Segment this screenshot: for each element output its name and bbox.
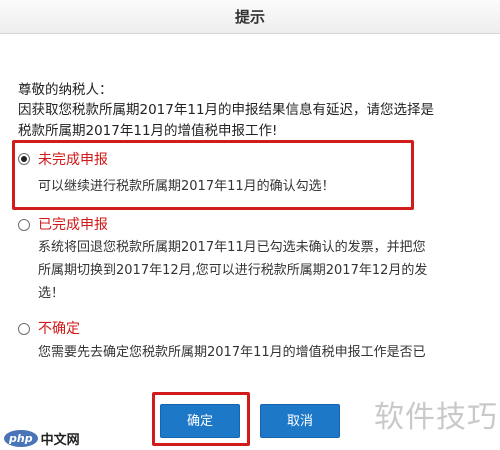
option-completed-desc-3: 选！ — [38, 286, 65, 301]
option-completed-label[interactable]: 已完成申报 — [38, 214, 108, 234]
cancel-button[interactable]: 取消 — [260, 404, 340, 438]
radio-uncertain[interactable] — [18, 323, 30, 335]
php-logo-icon: php — [4, 429, 38, 447]
radio-not-completed[interactable] — [18, 153, 30, 165]
dialog-title: 提示 — [234, 8, 265, 26]
php-site-badge: php 中文网 — [4, 428, 80, 448]
message-line-1: 因获取您税款所属期2017年11月的申报结果信息有延迟，请您选择是 — [18, 102, 435, 118]
dialog-title-bar: 提示 — [0, 0, 500, 34]
option-uncertain-desc: 您需要先去确定您税款所属期2017年11月的增值税申报工作是否已 — [38, 345, 426, 360]
option-not-completed-label[interactable]: 未完成申报 — [38, 149, 108, 169]
option-completed-desc-1: 系统将回退您税款所属期2017年11月已勾选未确认的发票，并把您 — [38, 240, 426, 255]
greeting-text: 尊敬的纳税人： — [18, 82, 113, 98]
watermark-text: 软件技巧 — [374, 400, 498, 435]
ok-button[interactable]: 确定 — [160, 404, 240, 438]
radio-completed[interactable] — [18, 219, 30, 231]
php-site-name: 中文网 — [40, 432, 80, 448]
option-uncertain-label[interactable]: 不确定 — [38, 318, 80, 338]
option-completed-desc-2: 所属期切换到2017年12月,您可以进行税款所属期2017年12月的发 — [38, 263, 428, 278]
message-line-2: 税款所属期2017年11月的增值税申报工作! — [18, 123, 278, 139]
option-not-completed-desc: 可以继续进行税款所属期2017年11月的确认勾选！ — [38, 179, 335, 194]
